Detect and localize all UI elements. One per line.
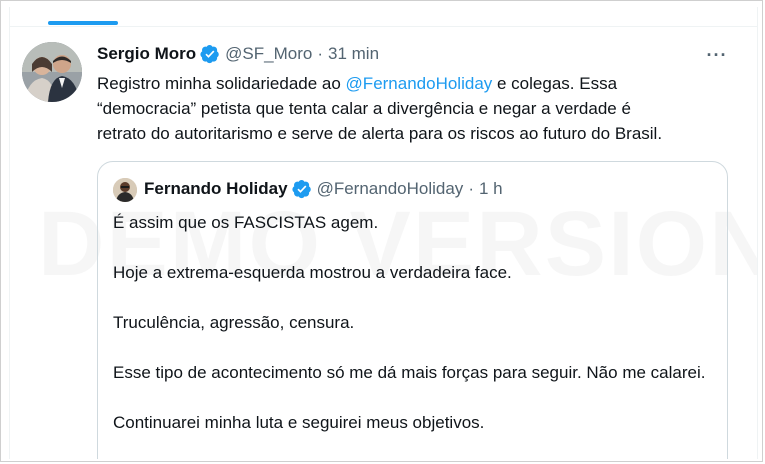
quoted-tweet-header: Fernando Holiday @FernandoHoliday · 1 h bbox=[144, 179, 503, 199]
meta-separator: · bbox=[317, 44, 324, 63]
avatar-photo-icon bbox=[22, 42, 82, 102]
quoted-author-handle: @FernandoHoliday bbox=[316, 179, 464, 198]
quoted-paragraph: Hoje a extrema-esquerda mostrou a verdad… bbox=[113, 263, 512, 282]
tab-divider bbox=[10, 26, 757, 27]
quoted-paragraph: Continuarei minha luta e seguirei meus o… bbox=[113, 413, 485, 432]
tweet-text-fragment: e colegas. Essa bbox=[492, 74, 618, 93]
timeline-column: Sergio Moro @SF_Moro · 31 min ··· Regist… bbox=[9, 7, 758, 459]
avatar-photo-icon bbox=[113, 178, 137, 202]
tweet-text-line-1: Registro minha solidariedade ao @Fernand… bbox=[97, 71, 737, 96]
tweet-text-line-2: “democracia” petista que tenta calar a d… bbox=[97, 99, 631, 118]
mention-link[interactable]: @FernandoHoliday bbox=[346, 74, 493, 93]
author-name[interactable]: Sergio Moro bbox=[97, 44, 196, 64]
tweet-text: Registro minha solidariedade ao @Fernand… bbox=[97, 71, 737, 146]
quoted-tweet-timestamp: 1 h bbox=[478, 179, 503, 198]
tweet-text-fragment: Registro minha solidariedade ao bbox=[97, 74, 346, 93]
tweet-timestamp[interactable]: 31 min bbox=[328, 44, 379, 64]
quoted-tweet-text: É assim que os FASCISTAS agem. Hoje a ex… bbox=[113, 210, 713, 459]
verified-badge-icon bbox=[291, 180, 311, 199]
quoted-tweet-card[interactable]: Fernando Holiday @FernandoHoliday · 1 h … bbox=[97, 161, 728, 459]
author-handle[interactable]: @SF_Moro bbox=[225, 44, 312, 64]
meta-separator: · bbox=[468, 179, 474, 198]
tweet-text-line-3: retrato do autoritarismo e serve de aler… bbox=[97, 124, 663, 143]
author-avatar[interactable] bbox=[22, 42, 82, 102]
quoted-paragraph: Esse tipo de acontecimento só me dá mais… bbox=[113, 363, 706, 382]
quoted-paragraph: É assim que os FASCISTAS agem. bbox=[113, 213, 379, 232]
active-tab-indicator bbox=[48, 21, 118, 25]
tweet-header: Sergio Moro @SF_Moro · 31 min bbox=[97, 44, 379, 64]
quoted-author-avatar bbox=[113, 178, 137, 202]
more-horizontal-icon[interactable]: ··· bbox=[705, 45, 729, 65]
verified-badge-icon bbox=[200, 45, 219, 64]
screenshot-frame: Sergio Moro @SF_Moro · 31 min ··· Regist… bbox=[0, 0, 763, 462]
quoted-paragraph: Truculência, agressão, censura. bbox=[113, 313, 355, 332]
quoted-author-name: Fernando Holiday bbox=[144, 179, 288, 198]
